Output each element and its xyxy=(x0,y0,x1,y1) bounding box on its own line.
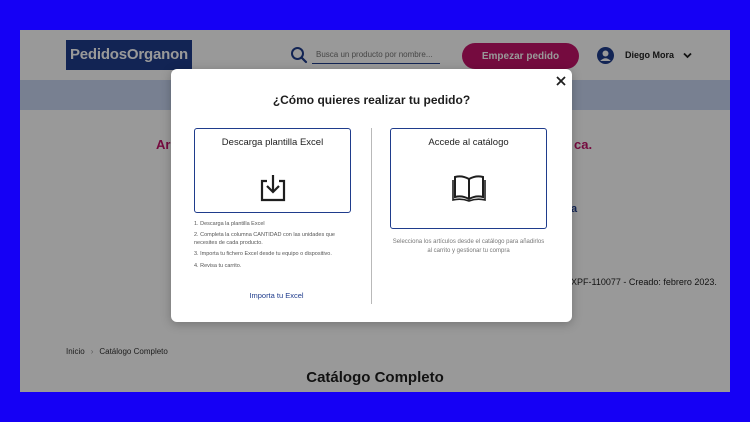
order-method-modal: ¿Cómo quieres realizar tu pedido? Descar… xyxy=(171,69,572,322)
excel-step: 4. Revisa tu carrito. xyxy=(194,262,242,269)
access-catalog-option[interactable]: Accede al catálogo xyxy=(390,128,547,229)
app-window: PedidosOrganon Empezar pedido Diego Mora… xyxy=(20,30,730,392)
excel-step: 3. Importa tu fichero Excel desde tu equ… xyxy=(194,251,332,258)
modal-title: ¿Cómo quieres realizar tu pedido? xyxy=(272,93,471,107)
download-icon xyxy=(260,175,286,202)
access-catalog-label: Accede al catálogo xyxy=(428,137,509,148)
close-icon[interactable] xyxy=(554,74,568,88)
book-icon xyxy=(452,175,486,202)
download-excel-option[interactable]: Descarga plantilla Excel xyxy=(194,128,351,213)
import-excel-link[interactable]: Importa tu Excel xyxy=(194,291,359,300)
options-divider xyxy=(371,128,372,304)
excel-step: 1. Descarga la plantilla Excel xyxy=(194,221,265,227)
catalog-description: Selecciona los artículos desde el catálo… xyxy=(392,239,545,254)
excel-steps-list: 1. Descarga la plantilla Excel 2. Comple… xyxy=(194,221,354,274)
excel-step: 2. Completa la columna CANTIDAD con las … xyxy=(194,232,335,247)
download-excel-label: Descarga plantilla Excel xyxy=(221,137,324,148)
